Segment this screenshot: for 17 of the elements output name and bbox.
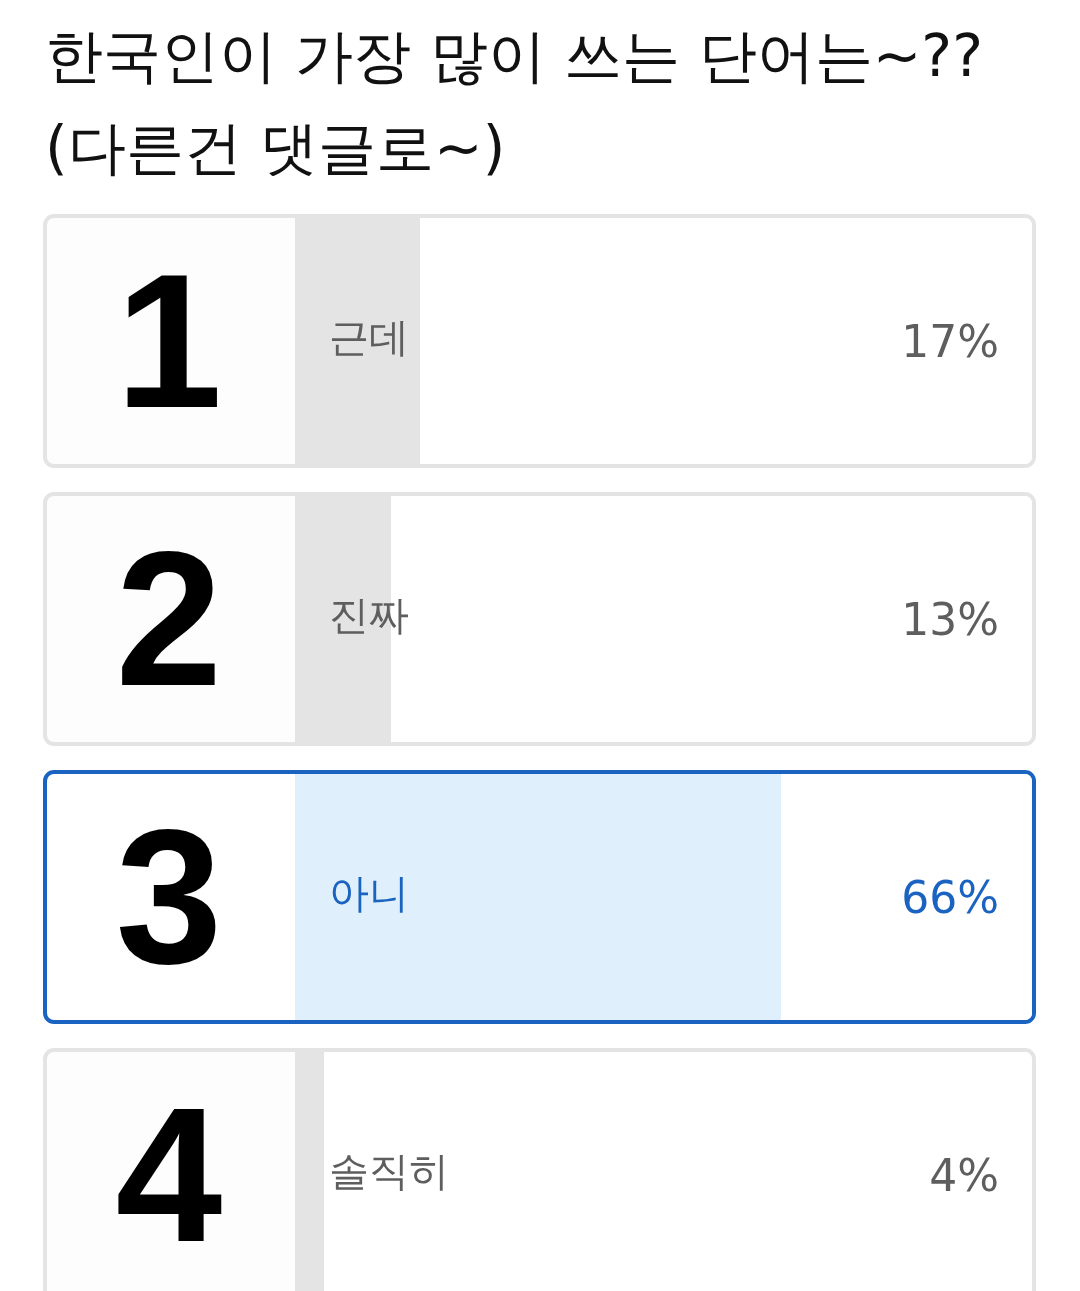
- option-label: 근데: [329, 312, 409, 362]
- option-label: 솔직히: [329, 1146, 449, 1196]
- option-label: 아니: [329, 868, 409, 918]
- rank-number: 2: [114, 510, 224, 728]
- poll-option[interactable]: 1 근데 17%: [43, 214, 1036, 468]
- percent-text: 66%: [901, 871, 999, 923]
- option-label: 진짜: [329, 590, 409, 640]
- percent-text: 4%: [929, 1149, 999, 1201]
- poll-title: 한국인이 가장 많이 쓰는 단어는~?? (다른건 댓글로~): [45, 21, 984, 184]
- poll-option[interactable]: 3 아니 66%: [43, 770, 1036, 1024]
- rank-number: 1: [114, 232, 224, 450]
- poll-option[interactable]: 2 진짜 13%: [43, 492, 1036, 746]
- poll-option[interactable]: 4 솔직히 4%: [43, 1048, 1036, 1291]
- percent-text: 13%: [901, 593, 999, 645]
- rank-number: 4: [114, 1066, 224, 1284]
- percent-text: 17%: [901, 315, 999, 367]
- rank-number: 3: [114, 788, 224, 1006]
